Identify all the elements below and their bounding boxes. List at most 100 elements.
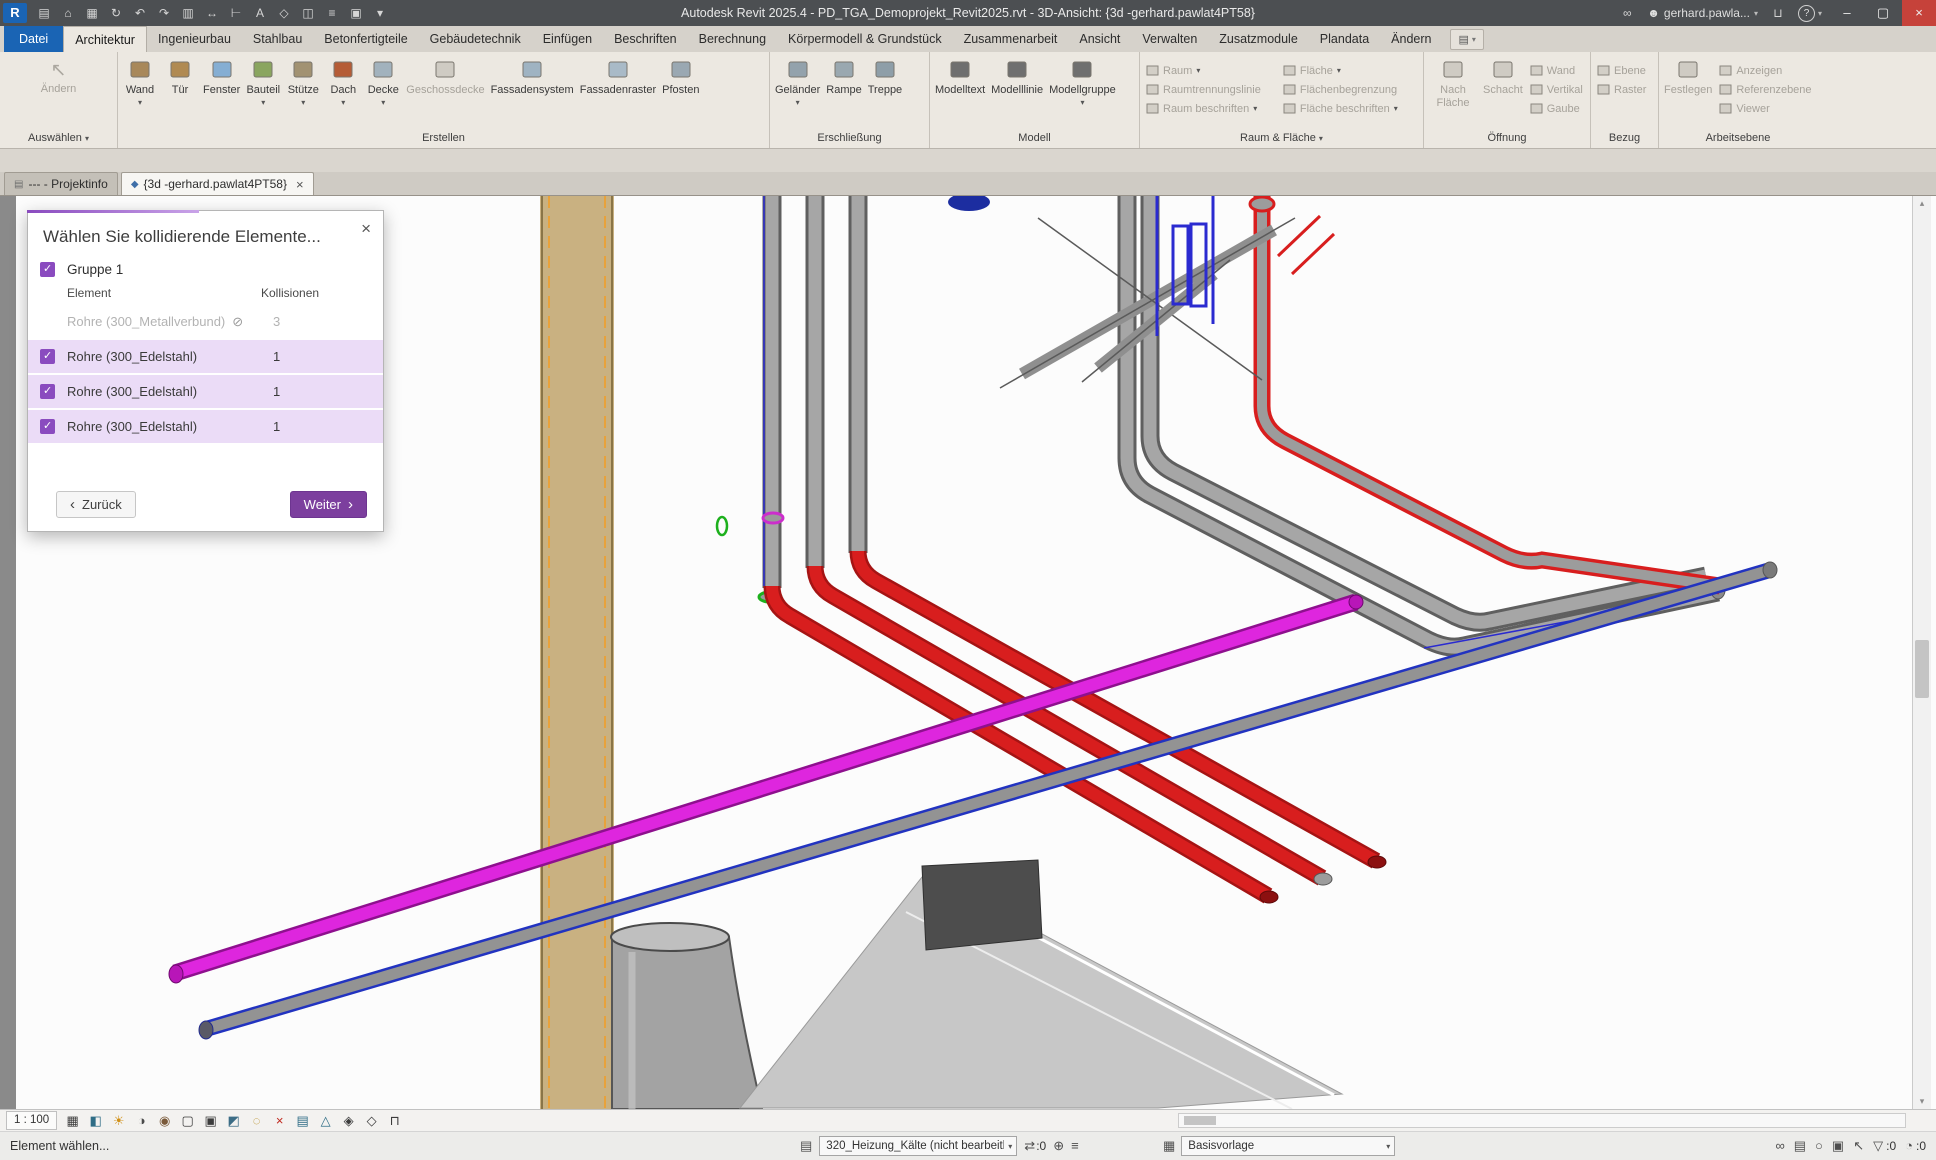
user-menu[interactable]: ☻ gerhard.pawla... ▾: [1641, 6, 1764, 20]
ribbon-button[interactable]: Bauteil ▾: [243, 55, 283, 127]
ribbon-small-button[interactable]: Referenzebene: [1715, 80, 1815, 99]
scroll-up-icon[interactable]: ▴: [1913, 198, 1931, 209]
ribbon-small-button[interactable]: Vertikal ▾: [1526, 80, 1590, 99]
ribbon-button[interactable]: Modelltext ▾: [932, 55, 988, 127]
ribbon-tab[interactable]: Plandata: [1309, 26, 1380, 52]
show-crop-icon[interactable]: ▣: [200, 1112, 221, 1130]
vertical-scrollbar[interactable]: ▴ ▾: [1912, 196, 1931, 1109]
riser-pipes-center[interactable]: [717, 196, 858, 602]
constraints-icon[interactable]: ⊓: [384, 1112, 405, 1130]
group-checkbox-row[interactable]: Gruppe 1: [28, 262, 383, 277]
list-icon[interactable]: ≡: [1071, 1136, 1079, 1156]
design-option-selector[interactable]: Basisvorlage ▾: [1181, 1136, 1395, 1156]
hide-elements-icon[interactable]: ×: [269, 1112, 290, 1130]
checkbox-icon[interactable]: [40, 419, 55, 434]
close-tab-icon[interactable]: ×: [296, 177, 304, 192]
ribbon-tab[interactable]: Zusatzmodule: [1208, 26, 1309, 52]
ribbon-button[interactable]: Wand ▾: [120, 55, 160, 127]
3d-viewport[interactable]: ▴ ▾ × Wählen Sie kollidierende Elemente.…: [0, 196, 1936, 1109]
collision-row[interactable]: Rohre (300_Edelstahl) ⊘ 1: [28, 340, 383, 375]
thin-lines-icon[interactable]: ≡: [320, 0, 344, 26]
section-icon[interactable]: ◫: [296, 0, 320, 26]
undo-icon[interactable]: ↶: [128, 0, 152, 26]
scrollbar-thumb[interactable]: [1184, 1116, 1216, 1125]
ribbon-button[interactable]: Fassadenraster ▾: [577, 55, 659, 127]
close-button[interactable]: ×: [1902, 0, 1936, 26]
ribbon-small-button[interactable]: Fläche ▾: [1279, 61, 1409, 80]
highlight-sets-icon[interactable]: ◈: [338, 1112, 359, 1130]
search-icon[interactable]: ∞: [1615, 0, 1639, 26]
floor-platform[interactable]: [740, 860, 1342, 1109]
ribbon-button[interactable]: Nach Fläche ▾: [1426, 55, 1480, 127]
ribbon-button[interactable]: Fenster ▾: [200, 55, 243, 127]
next-button[interactable]: Weiter›: [290, 491, 367, 518]
ribbon-button[interactable]: Tür ▾: [160, 55, 200, 127]
panel-label-auswaehlen[interactable]: Auswählen ▾: [0, 130, 117, 147]
close-icon[interactable]: ×: [361, 219, 371, 239]
displacement-icon[interactable]: ◇: [361, 1112, 382, 1130]
ribbon-small-button[interactable]: Raster: [1593, 80, 1650, 99]
crop-view-icon[interactable]: ▢: [177, 1112, 198, 1130]
filter-icon[interactable]: ▽: [1873, 1136, 1883, 1156]
ribbon-small-button[interactable]: Raum beschriften ▾: [1142, 99, 1273, 118]
ribbon-tab[interactable]: Ändern: [1380, 26, 1442, 52]
ribbon-button[interactable]: Fassadensystem ▾: [488, 55, 577, 127]
minimize-button[interactable]: –: [1830, 0, 1864, 26]
ribbon-tab[interactable]: Ansicht: [1068, 26, 1131, 52]
back-button[interactable]: ‹Zurück: [56, 491, 136, 518]
scroll-down-icon[interactable]: ▾: [1913, 1096, 1931, 1107]
redo-icon[interactable]: ↷: [152, 0, 176, 26]
help-button[interactable]: ? ▾: [1792, 5, 1828, 22]
ribbon-button[interactable]: Treppe ▾: [865, 55, 905, 127]
large-riser-pipe[interactable]: [611, 923, 762, 1109]
ribbon-small-button[interactable]: Viewer: [1715, 99, 1815, 118]
ribbon-small-button[interactable]: Anzeigen: [1715, 61, 1815, 80]
ribbon-small-button[interactable]: Gaube ▾: [1526, 99, 1590, 118]
pipes-red-collision[interactable]: [772, 551, 1386, 903]
design-options-icon[interactable]: ▦: [1163, 1136, 1175, 1156]
select-underlay-icon[interactable]: ▤: [1794, 1136, 1806, 1156]
ribbon-display-toggle[interactable]: ▤ ▾: [1450, 29, 1483, 50]
ribbon-button[interactable]: Dach ▾: [323, 55, 363, 127]
ribbon-tab[interactable]: Datei: [4, 26, 63, 52]
cart-icon[interactable]: ⊔: [1766, 0, 1790, 26]
scale-button[interactable]: 1 : 100: [6, 1111, 57, 1130]
ribbon-small-button[interactable]: Raum ▾: [1142, 61, 1273, 80]
visual-style-icon[interactable]: ◧: [85, 1112, 106, 1130]
maximize-button[interactable]: ▢: [1866, 0, 1900, 26]
ribbon-small-button[interactable]: Flächenbegrenzung ▾: [1279, 80, 1409, 99]
customize-icon[interactable]: ▾: [368, 0, 392, 26]
workset-selector[interactable]: 320_Heizung_Kälte (nicht bearbeitl ▾: [819, 1136, 1017, 1156]
pipe-run-red-highlight[interactable]: [1250, 196, 1720, 586]
temporary-hide-icon[interactable]: ◩: [223, 1112, 244, 1130]
collision-row[interactable]: Rohre (300_Edelstahl) ⊘ 1: [28, 410, 383, 445]
ribbon-tab[interactable]: Beschriften: [603, 26, 688, 52]
ribbon-button[interactable]: Decke ▾: [363, 55, 403, 127]
ribbon-button[interactable]: Rampe ▾: [823, 55, 864, 127]
3d-view-icon[interactable]: ◇: [272, 0, 296, 26]
ribbon-small-button[interactable]: Wand ▾: [1526, 61, 1590, 80]
panel-label-raum-flaeche[interactable]: Raum & Fläche ▾: [1140, 130, 1423, 147]
ribbon-button[interactable]: Geländer ▾: [772, 55, 823, 127]
ribbon-tab[interactable]: Betonfertigteile: [313, 26, 418, 52]
ribbon-tab[interactable]: Berechnung: [688, 26, 777, 52]
horizontal-scrollbar[interactable]: [1178, 1113, 1906, 1128]
tab-3d-view[interactable]: ◆ {3d -gerhard.pawlat4PT58} ×: [121, 172, 314, 195]
temporary-view-icon[interactable]: ▤: [292, 1112, 313, 1130]
sync-icon[interactable]: ↻: [104, 0, 128, 26]
ribbon-button[interactable]: Festlegen: [1661, 55, 1715, 127]
ribbon-button[interactable]: Schacht ▾: [1480, 55, 1526, 127]
checkbox-icon[interactable]: [40, 262, 55, 277]
worksets-icon[interactable]: ▤: [800, 1136, 812, 1156]
editable-only-icon[interactable]: ◔: [1905, 1136, 1913, 1156]
reveal-hidden-icon[interactable]: ◌: [246, 1112, 267, 1130]
ribbon-button[interactable]: Modelllinie ▾: [988, 55, 1046, 127]
drag-on-selection-icon[interactable]: ↖: [1853, 1136, 1864, 1156]
checkbox-icon[interactable]: [40, 384, 55, 399]
save-icon[interactable]: ▦: [80, 0, 104, 26]
analytical-model-icon[interactable]: △: [315, 1112, 336, 1130]
ribbon-small-button[interactable]: Ebene: [1593, 61, 1650, 80]
dimension-icon[interactable]: ⊢: [224, 0, 248, 26]
ribbon-tab[interactable]: Körpermodell & Grundstück: [777, 26, 953, 52]
ribbon-button[interactable]: Pfosten ▾: [659, 55, 702, 127]
